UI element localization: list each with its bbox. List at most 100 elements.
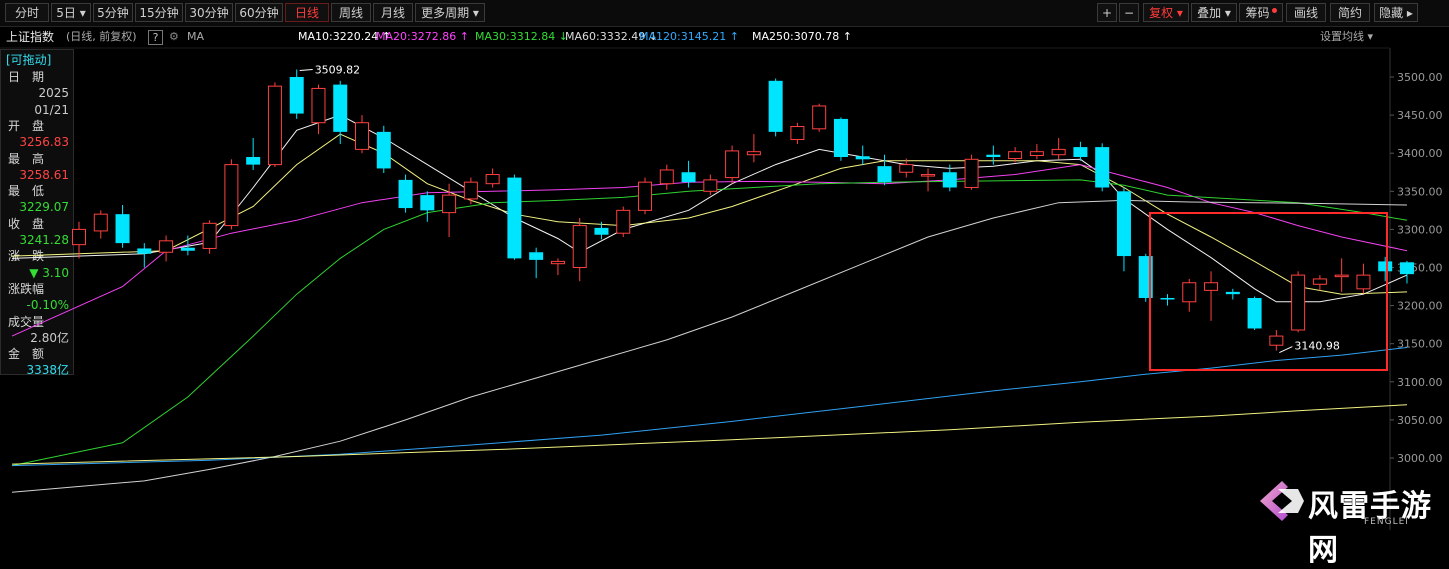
period-tab-7[interactable]: 周线 [331, 3, 371, 22]
info-row: 涨 跌 [1, 248, 73, 264]
zoom-in-button[interactable]: + [1097, 3, 1117, 22]
period-tab-4[interactable]: 30分钟 [185, 3, 233, 22]
period-tab-8[interactable]: 月线 [373, 3, 413, 22]
info-row: 最 低 [1, 183, 73, 199]
candle-body-up [616, 209, 631, 234]
info-label: 收 盘 [8, 216, 45, 231]
candle-body-down [420, 195, 435, 211]
candle-body-down [1160, 297, 1175, 300]
candle-body-down [137, 248, 152, 254]
candle-body-up [572, 225, 587, 268]
info-label: 开 盘 [8, 118, 45, 133]
candle-body-down [1378, 261, 1393, 272]
ma-line-ma250 [11, 347, 1408, 467]
candle-body-up [899, 164, 914, 173]
restore-right-button[interactable]: 复权 ▾ [1143, 3, 1189, 22]
draw-line-button[interactable]: 画线 [1286, 3, 1326, 22]
ma-header: 上证指数 (日线, 前复权) ? ⚙ MA 设置均线 ▾ MA10:3220.2… [0, 27, 1390, 47]
candle-body-up [1334, 274, 1349, 278]
y-tick-label: 3450.00 [1397, 109, 1443, 122]
annotation-label: 3509.82 [315, 64, 361, 77]
help-icon[interactable]: ? [148, 30, 163, 45]
period-tab-5[interactable]: 60分钟 [235, 3, 283, 22]
info-row: ▼ 3.10 [1, 265, 73, 281]
info-panel[interactable]: [可拖动] 日 期 2025 01/21 开 盘 3256.83 最 高 3258.61 最 … [0, 49, 74, 378]
gear-icon[interactable]: ⚙ [169, 27, 179, 47]
y-tick-label: 3500.00 [1397, 71, 1443, 84]
drag-handle[interactable]: [可拖动] [1, 52, 73, 68]
chart-mode: (日线, 前复权) [66, 30, 137, 43]
candle-body-down [289, 77, 304, 114]
y-tick-label: 3300.00 [1397, 223, 1443, 236]
index-name[interactable]: 上证指数 [6, 27, 54, 47]
candle-body-down [115, 214, 130, 244]
info-row: 3338亿 [1, 362, 73, 378]
y-tick-label: 3000.00 [1397, 452, 1443, 465]
info-row: 成交量 [1, 314, 73, 330]
candle-body-up [1182, 282, 1197, 303]
candle-body-down [768, 80, 783, 132]
annotation-arrow [299, 69, 313, 72]
info-row: 2025 [1, 85, 73, 101]
info-value: 3229.07 [19, 200, 69, 215]
ma-line-ma250b [11, 404, 1408, 465]
info-value: 01/21 [34, 102, 69, 117]
info-value: 3256.83 [19, 135, 69, 150]
candle-body-up [1008, 151, 1023, 160]
period-tab-2[interactable]: 5分钟 [93, 3, 133, 22]
highlight-box [1149, 212, 1388, 371]
candle-body-up [93, 213, 108, 232]
candle-body-down [1073, 147, 1088, 158]
info-value: ▼ 3.10 [29, 265, 69, 280]
info-label: 金 额 [8, 347, 45, 362]
zoom-out-button[interactable]: − [1119, 3, 1139, 22]
candle-body-up [202, 222, 217, 249]
simple-button[interactable]: 简约 [1330, 3, 1370, 22]
info-value: 3241.28 [19, 233, 69, 247]
info-row: 3258.61 [1, 167, 73, 183]
period-tab-9[interactable]: 更多周期 ▾ [415, 3, 485, 22]
candle-body-up [638, 181, 653, 211]
candle-body-down [246, 157, 261, 165]
candle-body-down [594, 227, 609, 235]
candle-body-up [746, 151, 761, 156]
candle-body-down [681, 172, 696, 183]
info-row: 开 盘 [1, 118, 73, 134]
y-tick-label: 3050.00 [1397, 414, 1443, 427]
ma-settings-button[interactable]: 设置均线 ▾ [1320, 27, 1373, 47]
ma-value-5: MA250:3070.78 ↑ [752, 30, 852, 43]
ma-line-ma30 [11, 164, 1408, 337]
candle-body-down [1225, 291, 1240, 295]
hide-button[interactable]: 隐藏 ▸ [1374, 3, 1418, 22]
chip-button[interactable]: 筹码 [1239, 3, 1283, 22]
candle-body-down [1095, 147, 1110, 188]
candle-body-up [224, 164, 239, 227]
y-tick-label: 3200.00 [1397, 300, 1443, 313]
info-row: 3256.83 [1, 134, 73, 150]
info-label: 成交量 [8, 314, 45, 329]
ma-label: MA [187, 30, 205, 43]
candle-body-up [1356, 274, 1371, 290]
info-value: -0.10% [26, 298, 69, 313]
period-tab-6[interactable]: 日线 [285, 3, 329, 22]
period-tab-0[interactable]: 分时 [5, 3, 49, 22]
candle-body-up [1312, 278, 1327, 285]
info-row: 最 高 [1, 151, 73, 167]
period-tab-1[interactable]: 5日 ▾ [51, 3, 91, 22]
period-tab-3[interactable]: 15分钟 [135, 3, 183, 22]
candle-body-down [1116, 191, 1131, 257]
candle-body-up [311, 87, 326, 124]
overlay-button[interactable]: 叠加 ▾ [1191, 3, 1237, 22]
kline-chart[interactable]: 3000.00 3050.00 3100.00 3150.00 3200.00 3250.… [0, 0, 1449, 530]
y-tick-label: 3150.00 [1397, 338, 1443, 351]
site-logo: 风雷手游网 FENGLEI [1252, 475, 1442, 568]
candle-body-up [1291, 274, 1306, 331]
info-row: 2.80亿 [1, 330, 73, 346]
candle-body-up [485, 174, 500, 185]
candle-body-down [507, 177, 522, 259]
info-row: 日 期 [1, 69, 73, 85]
candle-body-up [659, 169, 674, 185]
ma-line-ma120 [11, 199, 1408, 493]
info-row: 3229.07 [1, 199, 73, 215]
candle-body-down [1138, 256, 1153, 298]
